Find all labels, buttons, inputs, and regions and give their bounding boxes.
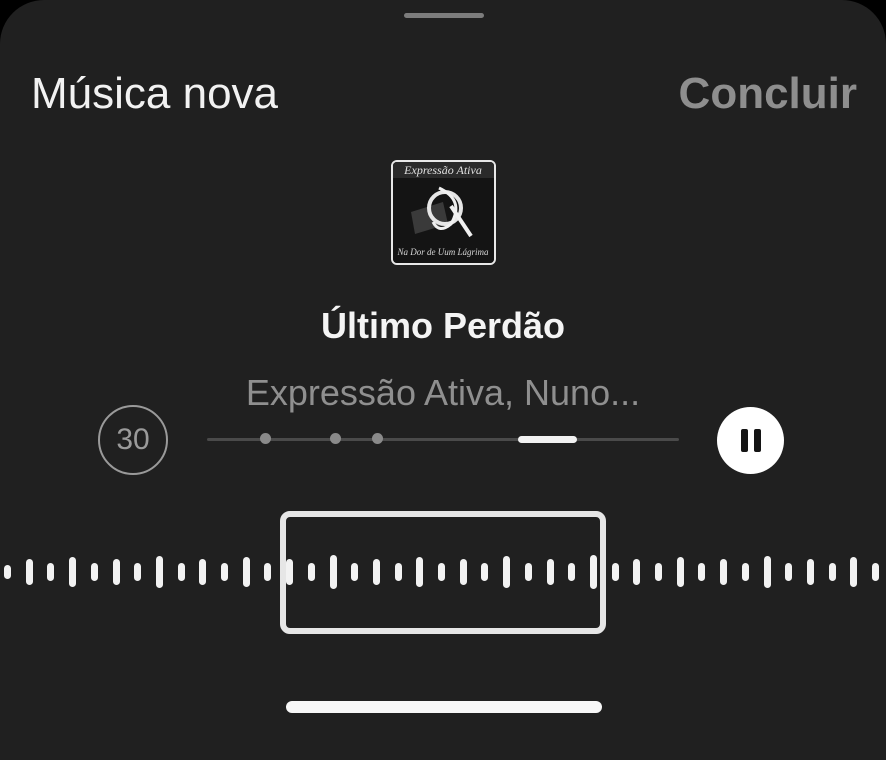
waveform-bar [90,563,98,581]
waveform-bar [785,563,793,581]
clip-selector[interactable] [280,511,606,634]
page-title: Música nova [31,69,279,118]
waveform-bar [25,559,33,585]
waveform-bar [264,563,272,581]
waveform-bar [633,559,641,585]
waveform-bar [611,563,619,581]
waveform-bar [199,559,207,585]
waveform-bar [828,563,836,581]
waveform-bar [676,557,684,587]
pause-icon [741,429,748,452]
waveform-bar [763,556,771,588]
scrubber-marker [260,433,271,444]
waveform-bar [47,563,55,581]
skip-30-button[interactable]: 30 [98,405,168,475]
waveform-bar [134,563,142,581]
scrubber-marker [372,433,383,444]
waveform-bar [741,563,749,581]
pause-icon [754,429,761,452]
preview-scrubber[interactable] [207,438,679,441]
scrubber-marker [330,433,341,444]
sheet-grabber[interactable] [404,13,484,18]
waveform-bar [806,559,814,585]
album-cover: Expressão Ativa Na Dor de Uum Lágrima [391,160,496,265]
waveform-bar [69,557,77,587]
waveform-bar [720,559,728,585]
cover-top-text: Expressão Ativa [403,163,482,177]
waveform-bar [655,563,662,581]
home-indicator [286,701,602,713]
waveform-bar [221,563,228,581]
pause-button[interactable] [717,407,784,474]
music-picker-sheet: Música nova Concluir Expressão Ativa Na … [0,0,886,760]
waveform-bar [177,563,185,581]
selected-segment-indicator [518,436,577,443]
waveform-bar [242,557,250,587]
waveform-bar [850,557,858,587]
done-button[interactable]: Concluir [679,68,857,120]
waveform-bar [872,563,879,581]
cover-bottom-text: Na Dor de Uum Lágrima [396,247,489,257]
waveform-bar [112,559,120,585]
waveform-bar [155,556,163,588]
waveform-bar [698,563,706,581]
waveform-bar [4,565,11,579]
song-title: Último Perdão [320,305,566,346]
